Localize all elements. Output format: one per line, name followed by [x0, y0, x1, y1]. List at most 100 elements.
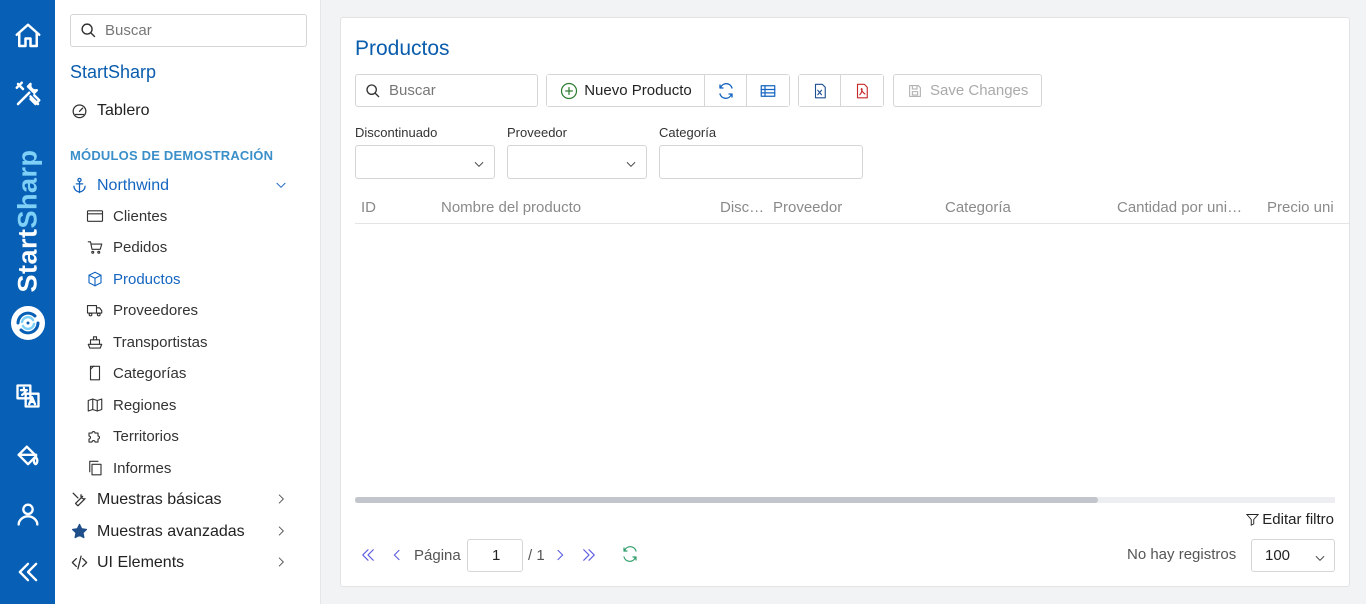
sidebar-item-informes[interactable]: Informes [85, 459, 171, 477]
sidebar-group-advanced-samples[interactable]: Muestras avanzadas [70, 522, 306, 541]
sidebar-item-transportistas[interactable]: Transportistas [85, 333, 207, 351]
discontinued-filter-label: Discontinuado [355, 125, 438, 140]
collapse-icon[interactable] [12, 556, 44, 588]
plus-circle-icon [561, 82, 578, 99]
new-product-button[interactable]: Nuevo Producto [547, 75, 705, 106]
page-number-input[interactable] [467, 539, 523, 572]
card-icon [86, 210, 104, 222]
sidebar-item-label: Pedidos [113, 238, 168, 256]
column-header-unit-price[interactable]: Precio uni [1267, 199, 1334, 216]
sidebar-item-pedidos[interactable]: Pedidos [85, 238, 167, 256]
next-page-icon[interactable] [552, 546, 568, 569]
sidebar-item-clientes[interactable]: Clientes [85, 207, 167, 225]
page-total: / 1 [528, 547, 545, 564]
paint-bucket-icon[interactable] [12, 440, 44, 472]
chevron-down-icon [274, 178, 288, 197]
icon-rail: StartSharp [0, 0, 55, 604]
column-header-supplier[interactable]: Proveedor [773, 199, 842, 216]
sidebar-item-label: Territorios [113, 427, 179, 445]
sidebar-item-territorios[interactable]: Territorios [85, 427, 179, 445]
export-group [798, 74, 884, 107]
box-icon [88, 271, 102, 287]
star-icon [71, 523, 88, 539]
grid-search[interactable] [355, 74, 538, 107]
section-heading: MÓDULOS DE DEMOSTRACIÓN [70, 148, 274, 163]
sidebar-item-label: Proveedores [113, 301, 199, 319]
page-icon [89, 365, 101, 381]
sidebar-item-productos[interactable]: Productos [85, 270, 181, 288]
home-icon[interactable] [12, 20, 44, 52]
pdf-export-button[interactable] [841, 75, 883, 106]
category-filter-input[interactable] [659, 145, 863, 179]
sidebar-group-northwind[interactable]: Northwind [70, 176, 306, 195]
sidebar-group-label: UI Elements [97, 553, 185, 571]
column-header-category[interactable]: Categoría [945, 199, 1011, 216]
horizontal-scrollbar[interactable] [355, 497, 1335, 503]
column-header-id[interactable]: ID [361, 199, 376, 216]
puzzle-icon [88, 431, 100, 443]
new-product-label: Nuevo Producto [584, 82, 692, 99]
sidebar-search[interactable] [70, 14, 307, 47]
sidebar-item-dashboard[interactable]: Tablero [70, 101, 149, 120]
column-header-product-name[interactable]: Nombre del producto [441, 199, 581, 216]
page-label: Página [414, 547, 461, 564]
translate-icon[interactable] [12, 380, 44, 412]
truck-icon [86, 304, 103, 317]
tools-icon[interactable] [12, 78, 44, 110]
supplier-filter-label: Proveedor [507, 125, 567, 140]
products-panel: Productos Nuevo Producto Save Changes Di… [340, 17, 1350, 587]
sidebar-group-ui-elements[interactable]: UI Elements [70, 553, 306, 572]
gauge-icon [72, 104, 87, 119]
copy-icon [89, 460, 102, 476]
search-icon [81, 23, 96, 38]
grid-toolbar-group: Nuevo Producto [546, 74, 790, 107]
reload-icon[interactable] [621, 545, 639, 568]
wrench-icon [72, 492, 86, 507]
app-title[interactable]: StartSharp [70, 62, 156, 83]
brand-logo: StartSharp [8, 145, 48, 345]
sidebar-item-label: Transportistas [113, 333, 208, 351]
sidebar-item-proveedores[interactable]: Proveedores [85, 301, 198, 319]
grid-search-input[interactable] [389, 82, 529, 99]
search-icon [366, 83, 380, 97]
page-size-select[interactable]: 100 [1251, 539, 1335, 572]
column-header-quantity-per-unit[interactable]: Cantidad por uni… [1117, 199, 1242, 216]
sidebar-item-label: Clientes [113, 207, 168, 225]
sidebar-group-basic-samples[interactable]: Muestras básicas [70, 490, 306, 509]
sidebar-item-label: Regiones [113, 396, 177, 414]
save-changes-button[interactable]: Save Changes [893, 74, 1042, 107]
discontinued-filter-select[interactable] [355, 145, 495, 179]
grid-header: ID Nombre del producto Disc… Proveedor C… [355, 190, 1349, 224]
page-size-value: 100 [1265, 547, 1291, 564]
refresh-button[interactable] [705, 75, 747, 106]
category-filter-label: Categoría [659, 125, 717, 140]
user-icon[interactable] [12, 498, 44, 530]
sidebar-item-label: Productos [113, 270, 181, 288]
column-picker-button[interactable] [747, 75, 789, 106]
previous-page-icon[interactable] [389, 546, 405, 569]
code-icon [71, 555, 88, 570]
ship-icon [87, 336, 103, 349]
chevron-down-icon [472, 157, 486, 176]
excel-export-button[interactable] [799, 75, 841, 106]
column-header-discontinued[interactable]: Disc… [720, 199, 764, 216]
scrollbar-thumb[interactable] [355, 497, 1098, 503]
sidebar-item-label: Informes [113, 459, 172, 477]
sidebar: StartSharp Tablero MÓDULOS DE DEMOSTRACI… [55, 0, 321, 604]
chevron-right-icon [274, 524, 288, 543]
edit-filter-link[interactable]: Editar filtro [1245, 511, 1334, 528]
chevron-right-icon [274, 555, 288, 574]
anchor-icon [73, 177, 86, 194]
swirl-logo-icon [11, 306, 45, 340]
sidebar-group-label: Muestras básicas [97, 490, 222, 508]
supplier-filter-select[interactable] [507, 145, 647, 179]
sidebar-item-regiones[interactable]: Regiones [85, 396, 176, 414]
sidebar-search-input[interactable] [105, 22, 295, 39]
sidebar-item-label: Categorías [113, 364, 187, 382]
last-page-icon[interactable] [580, 546, 598, 569]
no-records-text: No hay registros [1127, 546, 1237, 563]
first-page-icon[interactable] [359, 546, 377, 569]
sidebar-group-label: Muestras avanzadas [97, 522, 245, 540]
sidebar-item-categorias[interactable]: Categorías [85, 364, 186, 382]
refresh-icon [718, 82, 733, 99]
